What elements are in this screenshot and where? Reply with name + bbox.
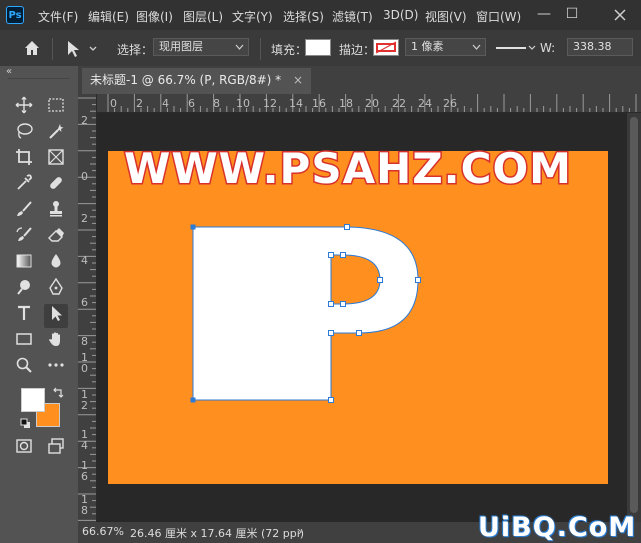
status-menu-arrow[interactable]: › [298, 525, 302, 538]
zoom-level[interactable]: 66.67% [82, 525, 124, 538]
anchor-point [340, 301, 346, 307]
anchor-point [356, 330, 362, 336]
anchor-point [415, 277, 421, 283]
document-size: 26.46 厘米 x 17.64 厘米 (72 ppi) [130, 527, 305, 540]
anchor-point [328, 252, 334, 258]
anchor-point [340, 252, 346, 258]
anchor-point-selected [190, 397, 196, 403]
letter-p-shape[interactable] [192, 226, 419, 401]
anchor-point-selected [190, 224, 196, 230]
canvas-artwork: WWW.PSAHZ.COM [123, 143, 572, 403]
anchor-point [328, 301, 334, 307]
banner-text: WWW.PSAHZ.COM [124, 144, 572, 193]
anchor-point [328, 397, 334, 403]
watermark: UiBQ.CoM [478, 512, 637, 543]
anchor-point [328, 330, 334, 336]
anchor-point [344, 224, 350, 230]
anchor-point [377, 277, 383, 283]
